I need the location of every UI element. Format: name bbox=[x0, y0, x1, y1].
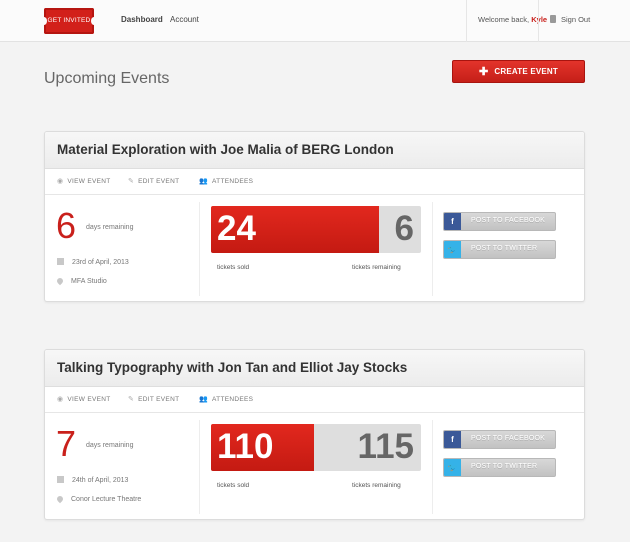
topbar-divider bbox=[466, 0, 467, 42]
days-remaining-label: days remaining bbox=[86, 224, 134, 231]
ticket-progress-bar: 110 115 bbox=[211, 424, 421, 471]
pencil-icon: ✎ bbox=[128, 396, 135, 403]
location-pin-icon bbox=[55, 494, 65, 504]
event-card: Material Exploration with Joe Malia of B… bbox=[44, 131, 585, 302]
attendees-link[interactable]: 👥 ATTENDEES bbox=[199, 395, 253, 403]
event-card: Talking Typography with Jon Tan and Elli… bbox=[44, 349, 585, 520]
edit-event-label: EDIT EVENT bbox=[138, 178, 180, 185]
post-to-facebook-button[interactable]: f POST TO FACEBOOK bbox=[443, 430, 556, 449]
event-venue-text: MFA Studio bbox=[71, 278, 107, 285]
event-actions: ◉ VIEW EVENT ✎ EDIT EVENT 👥 ATTENDEES bbox=[45, 387, 584, 413]
create-event-button[interactable]: ✚ CREATE EVENT bbox=[452, 60, 585, 83]
event-card-header: Material Exploration with Joe Malia of B… bbox=[45, 132, 584, 169]
attendees-label: ATTENDEES bbox=[212, 396, 254, 403]
tickets-sold-label: tickets sold bbox=[217, 264, 250, 271]
event-actions: ◉ VIEW EVENT ✎ EDIT EVENT 👥 ATTENDEES bbox=[45, 169, 584, 195]
signout-icon bbox=[550, 15, 556, 23]
tickets-remaining-count: 115 bbox=[357, 427, 414, 466]
days-remaining-count: 6 bbox=[56, 205, 77, 246]
tickets-remaining-count: 6 bbox=[394, 209, 414, 248]
tickets-remaining-label: tickets remaining bbox=[352, 482, 401, 489]
event-date: 23rd of April, 2013 bbox=[57, 258, 129, 266]
tickets-remaining-label: tickets remaining bbox=[352, 264, 401, 271]
twitter-icon: 🐦 bbox=[444, 459, 461, 476]
edit-event-link[interactable]: ✎ EDIT EVENT bbox=[128, 395, 179, 403]
event-card-header: Talking Typography with Jon Tan and Elli… bbox=[45, 350, 584, 387]
post-to-twitter-button[interactable]: 🐦 POST TO TWITTER bbox=[443, 458, 556, 477]
event-title[interactable]: Material Exploration with Joe Malia of B… bbox=[57, 142, 394, 157]
location-pin-icon bbox=[55, 276, 65, 286]
welcome-prefix: Welcome back, bbox=[478, 15, 530, 24]
topbar-divider bbox=[538, 0, 539, 42]
facebook-icon: f bbox=[444, 431, 461, 448]
post-to-facebook-button[interactable]: f POST TO FACEBOOK bbox=[443, 212, 556, 231]
twitter-icon: 🐦 bbox=[444, 241, 461, 258]
tickets-sold-count: 24 bbox=[217, 209, 256, 248]
post-to-facebook-label: POST TO FACEBOOK bbox=[471, 435, 545, 442]
post-to-twitter-button[interactable]: 🐦 POST TO TWITTER bbox=[443, 240, 556, 259]
ticket-progress-bar: 24 6 bbox=[211, 206, 421, 253]
signout-link[interactable]: Sign Out bbox=[550, 15, 590, 24]
plus-icon: ✚ bbox=[478, 66, 489, 78]
post-to-facebook-label: POST TO FACEBOOK bbox=[471, 217, 545, 224]
attendees-label: ATTENDEES bbox=[212, 178, 254, 185]
view-event-label: VIEW EVENT bbox=[67, 178, 111, 185]
view-event-link[interactable]: ◉ VIEW EVENT bbox=[57, 395, 111, 403]
pencil-icon: ✎ bbox=[128, 178, 135, 185]
nav-dashboard[interactable]: Dashboard bbox=[121, 15, 163, 24]
event-date-text: 24th of April, 2013 bbox=[72, 477, 129, 484]
facebook-icon: f bbox=[444, 213, 461, 230]
column-divider bbox=[199, 202, 200, 296]
logo[interactable]: GET INVITED bbox=[41, 8, 97, 34]
event-date: 24th of April, 2013 bbox=[57, 476, 128, 484]
page-title: Upcoming Events bbox=[44, 70, 170, 87]
column-divider bbox=[199, 420, 200, 514]
column-divider bbox=[432, 420, 433, 514]
eye-icon: ◉ bbox=[57, 396, 64, 403]
user-name: Kyle bbox=[531, 15, 548, 24]
tickets-sold-label: tickets sold bbox=[217, 482, 250, 489]
attendees-link[interactable]: 👥 ATTENDEES bbox=[199, 177, 253, 185]
top-navbar: GET INVITED Dashboard Account Welcome ba… bbox=[0, 0, 630, 42]
signout-label: Sign Out bbox=[561, 15, 591, 24]
event-venue: Conor Lecture Theatre bbox=[55, 494, 142, 504]
calendar-icon bbox=[57, 476, 64, 483]
edit-event-label: EDIT EVENT bbox=[138, 396, 180, 403]
edit-event-link[interactable]: ✎ EDIT EVENT bbox=[128, 177, 179, 185]
event-title[interactable]: Talking Typography with Jon Tan and Elli… bbox=[57, 360, 407, 375]
view-event-link[interactable]: ◉ VIEW EVENT bbox=[57, 177, 111, 185]
event-venue-text: Conor Lecture Theatre bbox=[71, 496, 142, 503]
users-icon: 👥 bbox=[199, 178, 209, 185]
create-event-label: CREATE EVENT bbox=[494, 67, 558, 76]
column-divider bbox=[432, 202, 433, 296]
post-to-twitter-label: POST TO TWITTER bbox=[471, 245, 538, 252]
welcome-message: Welcome back, Kyle bbox=[478, 15, 547, 24]
tickets-sold-count: 110 bbox=[217, 427, 274, 466]
event-date-text: 23rd of April, 2013 bbox=[72, 259, 129, 266]
view-event-label: VIEW EVENT bbox=[67, 396, 111, 403]
days-remaining-label: days remaining bbox=[86, 442, 134, 449]
users-icon: 👥 bbox=[199, 396, 209, 403]
event-venue: MFA Studio bbox=[55, 276, 107, 286]
eye-icon: ◉ bbox=[57, 178, 64, 185]
calendar-icon bbox=[57, 258, 64, 265]
nav-account[interactable]: Account bbox=[170, 15, 199, 24]
days-remaining-count: 7 bbox=[56, 423, 77, 464]
post-to-twitter-label: POST TO TWITTER bbox=[471, 463, 538, 470]
